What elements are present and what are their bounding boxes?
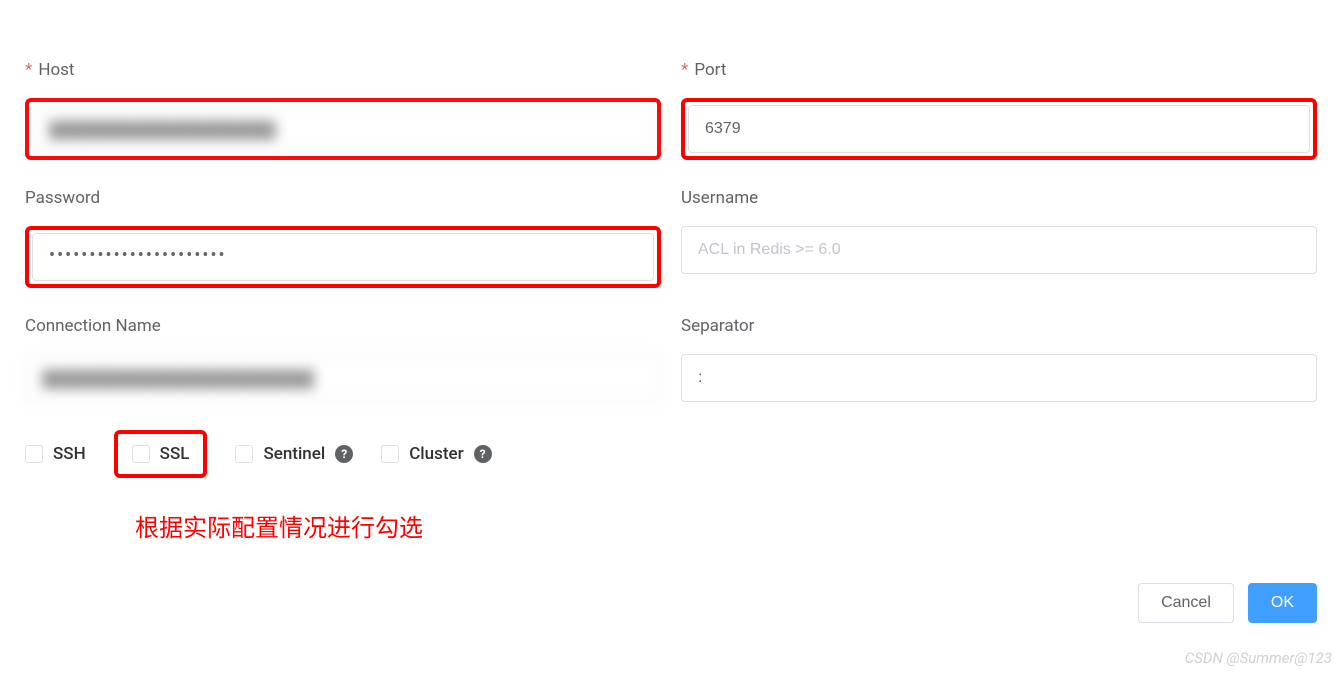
cancel-button[interactable]: Cancel: [1138, 583, 1234, 623]
ssl-checkbox[interactable]: [132, 445, 150, 463]
options-row: SSH SSL Sentinel ? Cluster ?: [25, 430, 1317, 478]
host-highlight: ████████████████████: [25, 98, 661, 160]
username-input[interactable]: [681, 226, 1317, 274]
ssl-label: SSL: [160, 444, 190, 464]
watermark: CSDN @Summer@123: [1185, 649, 1332, 667]
host-label: Host: [25, 60, 661, 80]
sentinel-option[interactable]: Sentinel ?: [235, 444, 353, 464]
password-label: Password: [25, 188, 661, 208]
connection-name-label: Connection Name: [25, 316, 661, 336]
separator-input[interactable]: [681, 354, 1317, 402]
port-label: Port: [681, 60, 1317, 80]
ok-button[interactable]: OK: [1248, 583, 1317, 623]
annotation-text: 根据实际配置情况进行勾选: [135, 508, 1317, 543]
username-label: Username: [681, 188, 1317, 208]
password-highlight: ••••••••••••••••••••••: [25, 226, 661, 288]
sentinel-label: Sentinel: [263, 444, 325, 464]
help-icon[interactable]: ?: [335, 445, 353, 463]
ssl-option[interactable]: SSL: [132, 444, 190, 464]
ssh-checkbox[interactable]: [25, 445, 43, 463]
sentinel-checkbox[interactable]: [235, 445, 253, 463]
host-input[interactable]: ████████████████████: [32, 105, 654, 153]
ssh-label: SSH: [53, 444, 86, 464]
help-icon[interactable]: ?: [474, 445, 492, 463]
port-highlight: [681, 98, 1317, 160]
cluster-checkbox[interactable]: [381, 445, 399, 463]
cluster-option[interactable]: Cluster ?: [381, 444, 491, 464]
connection-name-input[interactable]: ████████████████████████: [25, 354, 661, 402]
cluster-label: Cluster: [409, 444, 463, 464]
port-input[interactable]: [688, 105, 1310, 153]
dialog-footer: Cancel OK: [25, 583, 1317, 623]
separator-label: Separator: [681, 316, 1317, 336]
ssh-option[interactable]: SSH: [25, 444, 86, 464]
ssl-highlight: SSL: [114, 430, 208, 478]
password-input[interactable]: ••••••••••••••••••••••: [32, 233, 654, 281]
